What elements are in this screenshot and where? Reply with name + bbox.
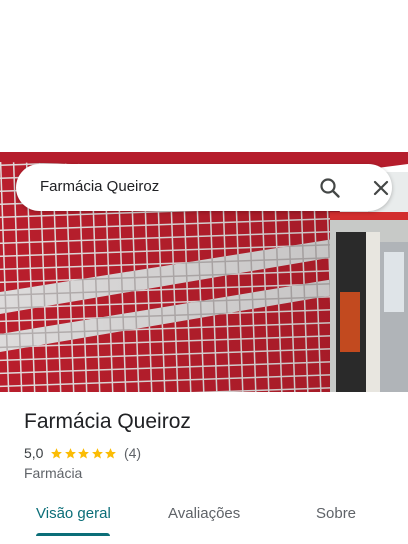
rating-row[interactable]: 5,0 (4) — [24, 444, 141, 462]
place-category[interactable]: Farmácia — [24, 465, 82, 481]
review-count[interactable]: (4) — [124, 445, 141, 461]
rating-stars — [50, 447, 118, 460]
rating-value: 5,0 — [24, 445, 44, 461]
search-icon[interactable] — [316, 174, 344, 202]
search-input[interactable]: Farmácia Queiroz — [40, 178, 159, 195]
close-icon[interactable] — [367, 174, 395, 202]
star-icon — [92, 447, 103, 458]
tab-reviews[interactable]: Avaliações — [168, 505, 240, 522]
active-tab-indicator — [36, 533, 110, 536]
tab-overview[interactable]: Visão geral — [36, 505, 111, 522]
map-blank-area — [0, 0, 408, 152]
tab-about[interactable]: Sobre — [316, 505, 356, 522]
star-icon — [51, 447, 63, 458]
place-title: Farmácia Queiroz — [24, 410, 191, 433]
star-icon — [105, 447, 117, 458]
star-icon — [78, 447, 90, 458]
star-icon — [65, 447, 76, 458]
search-bar[interactable]: Farmácia Queiroz — [16, 164, 392, 211]
